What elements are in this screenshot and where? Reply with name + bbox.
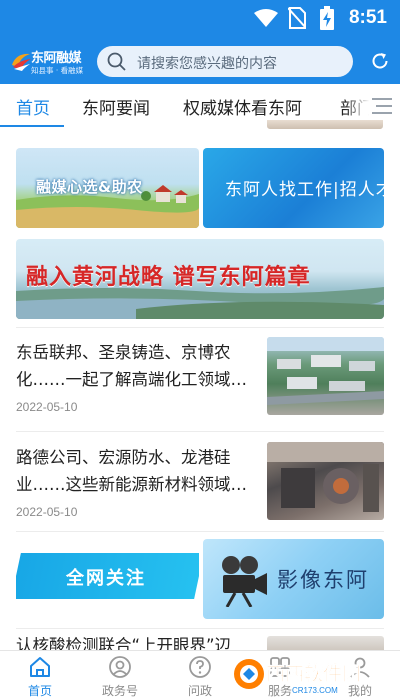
film-camera-icon [222,556,267,607]
active-tab-indicator [0,125,64,127]
app-logo[interactable]: 东阿融媒 知县事 · 看融媒 [10,48,92,78]
search-input[interactable]: 请搜索您感兴趣的内容 [97,46,353,77]
nav-label: 首页 [27,684,52,698]
app-bar: 东阿融媒 知县事 · 看融媒 请搜索您感兴趣的内容 [0,38,400,84]
nav-inquiry[interactable]: 问政 [160,651,240,700]
home-icon [30,657,50,677]
search-placeholder: 请搜索您感兴趣的内容 [137,56,277,72]
nav-label: 问政 [187,684,212,698]
menu-icon[interactable] [370,96,394,116]
yellow-river-strategy-title: 融入黄河战略 谱写东阿篇章 [26,264,311,290]
news-title: 认核酸检测联合“上开眼界”辺 [16,636,232,650]
government-account-icon [109,656,131,678]
svg-text:西西软件园: 西西软件园 [266,662,361,685]
divider [16,431,384,432]
news-item[interactable]: 认核酸检测联合“上开眼界”辺 [16,636,384,650]
site-watermark-logo: 西西软件园 CR173.COM [234,659,361,695]
app-header: 8:51 东阿融媒 知县事 · 看融媒 请搜索您感兴趣的内容 [0,0,400,84]
rural-revitalization-title: 融媒心选&助农 [36,178,143,196]
news-item[interactable]: 东岳联邦、圣泉铸造、京博农化……一起了解高端化工领域… 2022-05-10 [16,337,384,421]
video-dong-e-banner[interactable]: 影像东阿 [203,539,384,619]
news-thumbnail [267,442,384,520]
inquiry-icon [189,656,211,678]
status-time: 8:51 [348,7,387,28]
divider [16,327,384,328]
news-thumbnail [267,337,384,415]
talent-recruitment-title: 东阿人找工作|招人才 [225,180,384,200]
talent-recruitment-banner[interactable]: 东阿人找工作|招人才 [203,148,384,228]
rural-revitalization-banner[interactable]: 融媒心选&助农 [16,148,199,228]
industrial-park-photo [267,337,384,405]
wifi-icon [254,9,278,27]
refresh-icon[interactable] [370,51,390,71]
all-network-focus-banner[interactable]: 全网关注 [16,539,199,619]
tab-dong-e-news[interactable]: 东阿要闻 [82,94,150,119]
news-date: 2022-05-10 [16,400,78,414]
tab-authoritative-media[interactable]: 权威媒体看东阿 [183,94,302,119]
logo-mark-icon [12,53,31,71]
tab-home[interactable]: 首页 [16,94,50,119]
nav-label: 政务号 [101,684,138,698]
yellow-river-strategy-banner[interactable]: 融入黄河战略 谱写东阿篇章 [16,239,384,319]
divider [16,628,384,629]
search-icon [107,52,126,71]
news-item[interactable]: 路德公司、宏源防水、龙港硅业……这些新能源新材料领域… 2022-05-10 [16,442,384,526]
battery-charging-icon [320,6,334,30]
news-title: 东岳联邦、圣泉铸造、京博农化……一起了解高端化工领域… [16,343,247,389]
status-bar: 8:51 [0,0,400,36]
news-date: 2022-05-10 [16,505,78,519]
divider [16,531,384,532]
factory-workshop-photo [267,442,384,512]
no-sim-icon [288,7,306,29]
video-dong-e-title: 影像东阿 [277,568,369,592]
news-title: 路德公司、宏源防水、龙港硅业……这些新能源新材料领域… [16,448,247,494]
nav-home[interactable]: 首页 [0,651,80,700]
all-network-focus-title: 全网关注 [66,568,146,589]
carousel-image-peek[interactable] [267,120,383,129]
nav-government-account[interactable]: 政务号 [80,651,160,700]
svg-text:CR173.COM: CR173.COM [292,686,338,695]
logo-slogan: 知县事 · 看融媒 [31,66,84,75]
logo-name: 东阿融媒 [31,51,82,66]
news-thumbnail [267,636,384,650]
